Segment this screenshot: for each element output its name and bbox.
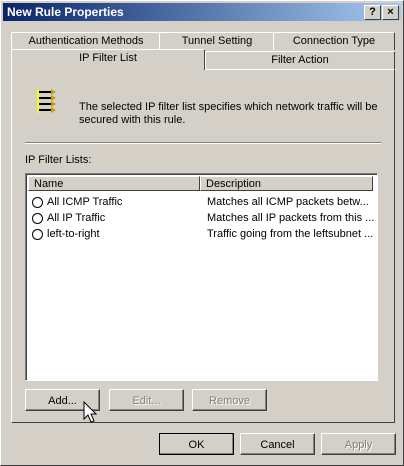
dialog-window: New Rule Properties ? × Authentication M… bbox=[0, 0, 404, 466]
title-bar: New Rule Properties ? × bbox=[3, 3, 401, 21]
filter-description: Traffic going from the leftsubnet ... bbox=[207, 228, 374, 240]
window-title: New Rule Properties bbox=[7, 5, 124, 19]
remove-button[interactable]: Remove bbox=[192, 389, 267, 411]
help-button[interactable]: ? bbox=[364, 5, 381, 20]
filter-name: All IP Traffic bbox=[47, 212, 106, 224]
tab-authentication-methods[interactable]: Authentication Methods bbox=[11, 32, 161, 50]
tab-ip-filter-list[interactable]: IP Filter List bbox=[11, 49, 205, 70]
apply-button[interactable]: Apply bbox=[321, 433, 396, 455]
radio-button[interactable] bbox=[32, 197, 43, 208]
radio-button[interactable] bbox=[32, 229, 43, 240]
column-header-description[interactable]: Description bbox=[200, 176, 373, 191]
ip-filter-list[interactable]: Name Description All ICMP Traffic Matche… bbox=[25, 173, 378, 381]
cancel-button[interactable]: Cancel bbox=[240, 433, 315, 455]
tab-connection-type[interactable]: Connection Type bbox=[273, 32, 395, 50]
list-item[interactable]: All IP Traffic Matches all IP packets fr… bbox=[28, 210, 374, 226]
list-item[interactable]: All ICMP Traffic Matches all ICMP packet… bbox=[28, 194, 374, 210]
filter-name: left-to-right bbox=[47, 228, 100, 240]
rule-description: The selected IP filter list specifies wh… bbox=[79, 101, 378, 126]
filter-description: Matches all IP packets from this ... bbox=[207, 212, 375, 224]
filter-description: Matches all ICMP packets betw... bbox=[207, 196, 369, 208]
mouse-pointer-icon bbox=[83, 401, 97, 423]
separator bbox=[25, 142, 381, 144]
ok-button[interactable]: OK bbox=[159, 433, 234, 455]
list-item[interactable]: left-to-right Traffic going from the lef… bbox=[28, 226, 374, 242]
tab-tunnel-setting[interactable]: Tunnel Setting bbox=[159, 32, 275, 50]
filter-name: All ICMP Traffic bbox=[47, 196, 123, 208]
ip-filter-list-icon bbox=[37, 89, 56, 113]
tab-filter-action[interactable]: Filter Action bbox=[205, 51, 395, 69]
radio-button[interactable] bbox=[32, 213, 43, 224]
edit-button[interactable]: Edit... bbox=[109, 389, 184, 411]
column-header-name[interactable]: Name bbox=[28, 176, 200, 191]
ip-filter-lists-label: IP Filter Lists: bbox=[25, 154, 92, 166]
close-button[interactable]: × bbox=[382, 5, 399, 20]
